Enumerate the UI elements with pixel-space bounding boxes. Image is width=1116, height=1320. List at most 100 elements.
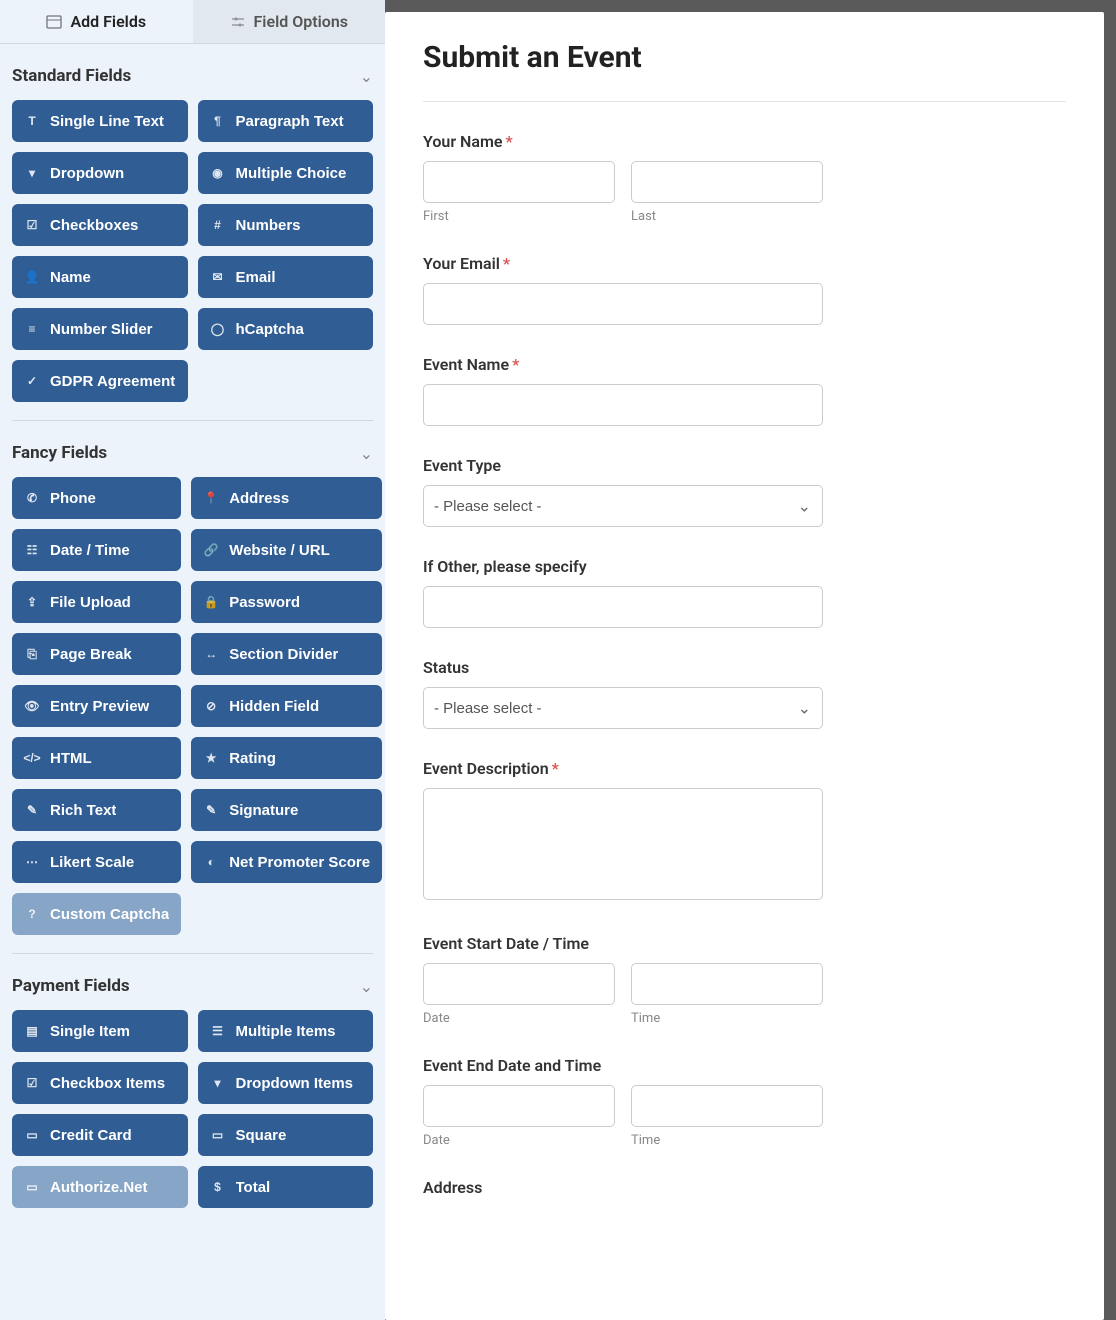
field-btn-hcaptcha[interactable]: ◯hCaptcha bbox=[198, 308, 374, 350]
chevron-down-icon: ⌄ bbox=[360, 977, 373, 996]
field-btn-name[interactable]: 👤Name bbox=[12, 256, 188, 298]
add-fields-icon bbox=[46, 14, 62, 30]
field-event-name[interactable]: Event Name* bbox=[423, 355, 1066, 426]
field-btn-credit-card[interactable]: ▭Credit Card bbox=[12, 1114, 188, 1156]
field-btn-label: Dropdown Items bbox=[236, 1075, 354, 1092]
form-preview: Submit an Event Your Name* First Last Yo… bbox=[385, 12, 1104, 1320]
field-btn-checkboxes[interactable]: ☑Checkboxes bbox=[12, 204, 188, 246]
field-btn-website-url[interactable]: 🔗Website / URL bbox=[191, 529, 382, 571]
field-btn-label: Name bbox=[50, 269, 91, 286]
field-start-date-time[interactable]: Event Start Date / Time Date Time bbox=[423, 934, 1066, 1026]
field-btn-password[interactable]: 🔒Password bbox=[191, 581, 382, 623]
eye-slash-icon: ⊘ bbox=[203, 698, 219, 714]
field-btn-single-line-text[interactable]: TSingle Line Text bbox=[12, 100, 188, 142]
field-btn-address[interactable]: 📍Address bbox=[191, 477, 382, 519]
input-first-name[interactable] bbox=[423, 161, 615, 203]
field-btn-page-break[interactable]: ⎘Page Break bbox=[12, 633, 181, 675]
field-btn-label: Credit Card bbox=[50, 1127, 132, 1144]
field-btn-net-promoter-score[interactable]: ◐Net Promoter Score bbox=[191, 841, 382, 883]
field-your-name[interactable]: Your Name* First Last bbox=[423, 132, 1066, 224]
input-event-name[interactable] bbox=[423, 384, 823, 426]
envelope-icon: ✉ bbox=[210, 269, 226, 285]
section-payment-header[interactable]: Payment Fields ⌄ bbox=[12, 954, 373, 1010]
field-btn-date-time[interactable]: ☷Date / Time bbox=[12, 529, 181, 571]
field-btn-multiple-items[interactable]: ☰Multiple Items bbox=[198, 1010, 374, 1052]
tabs: Add Fields Field Options bbox=[0, 0, 385, 44]
field-event-type[interactable]: Event Type - Please select - ⌄ bbox=[423, 456, 1066, 527]
field-if-other[interactable]: If Other, please specify bbox=[423, 557, 1066, 628]
label-status: Status bbox=[423, 658, 1066, 677]
field-btn-dropdown[interactable]: ▾Dropdown bbox=[12, 152, 188, 194]
field-btn-label: Multiple Items bbox=[236, 1023, 336, 1040]
input-end-date[interactable] bbox=[423, 1085, 615, 1127]
field-end-date-time[interactable]: Event End Date and Time Date Time bbox=[423, 1056, 1066, 1148]
sublabel-last: Last bbox=[631, 209, 823, 224]
field-btn-numbers[interactable]: #Numbers bbox=[198, 204, 374, 246]
field-btn-rich-text[interactable]: ✎Rich Text bbox=[12, 789, 181, 831]
question-icon: ? bbox=[24, 906, 40, 922]
field-btn-square[interactable]: ▭ Square bbox=[198, 1114, 374, 1156]
tab-field-options-label: Field Options bbox=[254, 12, 348, 31]
section-standard-header[interactable]: Standard Fields ⌄ bbox=[12, 44, 373, 100]
field-btn-rating[interactable]: ★Rating bbox=[191, 737, 382, 779]
field-btn-label: Entry Preview bbox=[50, 698, 149, 715]
field-btn-label: Total bbox=[236, 1179, 271, 1196]
tab-add-fields[interactable]: Add Fields bbox=[0, 0, 193, 43]
section-standard: Standard Fields ⌄ TSingle Line Text¶Para… bbox=[0, 44, 385, 420]
field-event-description[interactable]: Event Description* bbox=[423, 759, 1066, 904]
field-btn-number-slider[interactable]: ≡Number Slider bbox=[12, 308, 188, 350]
field-btn-dropdown-items[interactable]: ▾Dropdown Items bbox=[198, 1062, 374, 1104]
field-btn-phone[interactable]: ✆Phone bbox=[12, 477, 181, 519]
field-btn-label: hCaptcha bbox=[236, 321, 304, 338]
field-btn-custom-captcha[interactable]: ? Custom Captcha bbox=[12, 893, 181, 935]
sublabel-end-time: Time bbox=[631, 1133, 823, 1148]
select-status[interactable]: - Please select - bbox=[423, 687, 823, 729]
field-btn-label: Password bbox=[229, 594, 300, 611]
field-btn-label: Number Slider bbox=[50, 321, 153, 338]
field-btn-file-upload[interactable]: ⇪File Upload bbox=[12, 581, 181, 623]
tab-field-options[interactable]: Field Options bbox=[193, 0, 386, 43]
eye-icon: 👁 bbox=[24, 698, 40, 714]
field-btn-label: Page Break bbox=[50, 646, 132, 663]
field-btn-paragraph-text[interactable]: ¶Paragraph Text bbox=[198, 100, 374, 142]
field-btn-multiple-choice[interactable]: ◉Multiple Choice bbox=[198, 152, 374, 194]
field-btn-total[interactable]: $ Total bbox=[198, 1166, 374, 1208]
field-btn-hidden-field[interactable]: ⊘ Hidden Field bbox=[191, 685, 382, 727]
field-btn-section-divider[interactable]: ↔Section Divider bbox=[191, 633, 382, 675]
textarea-event-description[interactable] bbox=[423, 788, 823, 900]
section-fancy-header[interactable]: Fancy Fields ⌄ bbox=[12, 421, 373, 477]
upload-icon: ⇪ bbox=[24, 594, 40, 610]
field-btn-label: Single Item bbox=[50, 1023, 130, 1040]
card-icon: ▭ bbox=[210, 1127, 226, 1143]
field-address[interactable]: Address bbox=[423, 1178, 1066, 1197]
field-btn-gdpr-agreement[interactable]: ✓GDPR Agreement bbox=[12, 360, 188, 402]
sublabel-first: First bbox=[423, 209, 615, 224]
input-email[interactable] bbox=[423, 283, 823, 325]
field-btn-entry-preview[interactable]: 👁 Entry Preview bbox=[12, 685, 181, 727]
caret-square-icon: ▾ bbox=[24, 165, 40, 181]
section-fancy-title: Fancy Fields bbox=[12, 443, 107, 463]
field-btn-label: Custom Captcha bbox=[50, 906, 169, 923]
field-btn-authorize-net[interactable]: ▭Authorize.Net bbox=[12, 1166, 188, 1208]
text-icon: T bbox=[24, 113, 40, 129]
input-if-other[interactable] bbox=[423, 586, 823, 628]
field-your-email[interactable]: Your Email* bbox=[423, 254, 1066, 325]
field-btn-html[interactable]: </>HTML bbox=[12, 737, 181, 779]
field-btn-email[interactable]: ✉Email bbox=[198, 256, 374, 298]
field-btn-label: Address bbox=[229, 490, 289, 507]
field-btn-label: Square bbox=[236, 1127, 287, 1144]
field-btn-label: Hidden Field bbox=[229, 698, 319, 715]
field-btn-likert-scale[interactable]: ⋯Likert Scale bbox=[12, 841, 181, 883]
select-event-type[interactable]: - Please select - bbox=[423, 485, 823, 527]
input-last-name[interactable] bbox=[631, 161, 823, 203]
money-icon: $ bbox=[210, 1179, 226, 1195]
input-end-time[interactable] bbox=[631, 1085, 823, 1127]
input-start-time[interactable] bbox=[631, 963, 823, 1005]
field-status[interactable]: Status - Please select - ⌄ bbox=[423, 658, 1066, 729]
input-start-date[interactable] bbox=[423, 963, 615, 1005]
field-btn-checkbox-items[interactable]: ☑Checkbox Items bbox=[12, 1062, 188, 1104]
field-btn-label: Checkboxes bbox=[50, 217, 138, 234]
field-btn-single-item[interactable]: ▤Single Item bbox=[12, 1010, 188, 1052]
radio-icon: ◉ bbox=[210, 165, 226, 181]
field-btn-signature[interactable]: ✎Signature bbox=[191, 789, 382, 831]
